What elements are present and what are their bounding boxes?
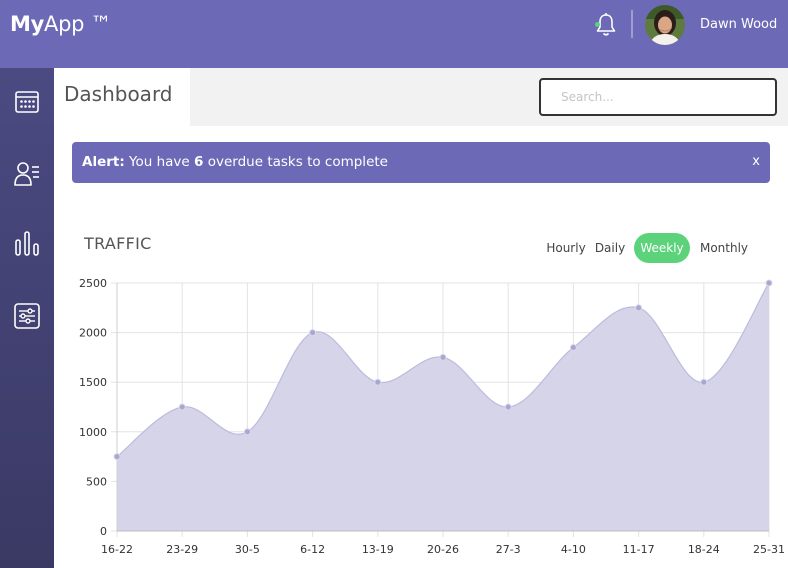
range-hourly-button[interactable]: Hourly [542, 233, 590, 263]
user-name[interactable]: Dawn Wood [700, 17, 777, 32]
x-tick-label: 11-17 [623, 543, 655, 556]
data-point [374, 378, 382, 386]
page-tab: Dashboard [54, 68, 190, 126]
x-tick-label: 25-31 [753, 543, 785, 556]
y-tick-label: 2500 [79, 277, 107, 290]
data-point [178, 403, 186, 411]
data-point [504, 403, 512, 411]
x-tick-label: 20-26 [427, 543, 459, 556]
user-avatar[interactable] [645, 5, 685, 45]
data-point [439, 353, 447, 361]
y-tick-label: 1000 [79, 426, 107, 439]
alert-banner: Alert: You have 6 overdue tasks to compl… [72, 142, 770, 183]
alert-text: Alert: You have 6 overdue tasks to compl… [82, 154, 388, 170]
alert-label: Alert: [82, 154, 125, 170]
calendar-icon[interactable] [13, 88, 41, 116]
y-tick-label: 1500 [79, 376, 107, 389]
data-point [243, 428, 251, 436]
x-tick-label: 16-22 [101, 543, 133, 556]
alert-count: 6 [194, 154, 204, 170]
contacts-list-icon[interactable] [13, 159, 41, 187]
traffic-chart: 0 500 1000 1500 2000 2500 16-22 23-29 30-5 6-12 13… [79, 277, 785, 556]
x-tick-label: 13-19 [362, 543, 394, 556]
x-tick-label: 4-10 [561, 543, 586, 556]
data-point [765, 279, 773, 287]
data-point [569, 343, 577, 351]
y-tick-label: 2000 [79, 327, 107, 340]
data-point [309, 329, 317, 337]
app-logo[interactable]: MyApp ™ [10, 12, 112, 36]
x-tick-label: 23-29 [166, 543, 198, 556]
y-tick-label: 0 [100, 525, 107, 538]
alert-message-end: overdue tasks to complete [207, 154, 388, 170]
range-weekly-button[interactable]: Weekly [634, 233, 690, 263]
x-tick-label: 30-5 [235, 543, 260, 556]
logo-bold: My [10, 12, 44, 36]
search-input[interactable] [539, 78, 777, 116]
data-point [113, 453, 121, 461]
x-tick-label: 6-12 [300, 543, 325, 556]
header-divider [631, 10, 633, 38]
y-tick-label: 500 [86, 475, 107, 488]
x-tick-label: 27-3 [496, 543, 521, 556]
chart-title: TRAFFIC [84, 234, 152, 253]
range-monthly-button[interactable]: Monthly [695, 233, 753, 263]
range-daily-button[interactable]: Daily [590, 233, 630, 263]
data-point [700, 378, 708, 386]
data-point [635, 304, 643, 312]
x-tick-label: 18-24 [688, 543, 720, 556]
notification-dot [595, 22, 600, 27]
alert-close-button[interactable]: x [752, 154, 760, 169]
logo-rest: App ™ [44, 12, 112, 36]
alert-message-start: You have [129, 154, 190, 170]
page-title: Dashboard [64, 82, 173, 106]
bar-chart-icon[interactable] [13, 230, 41, 258]
